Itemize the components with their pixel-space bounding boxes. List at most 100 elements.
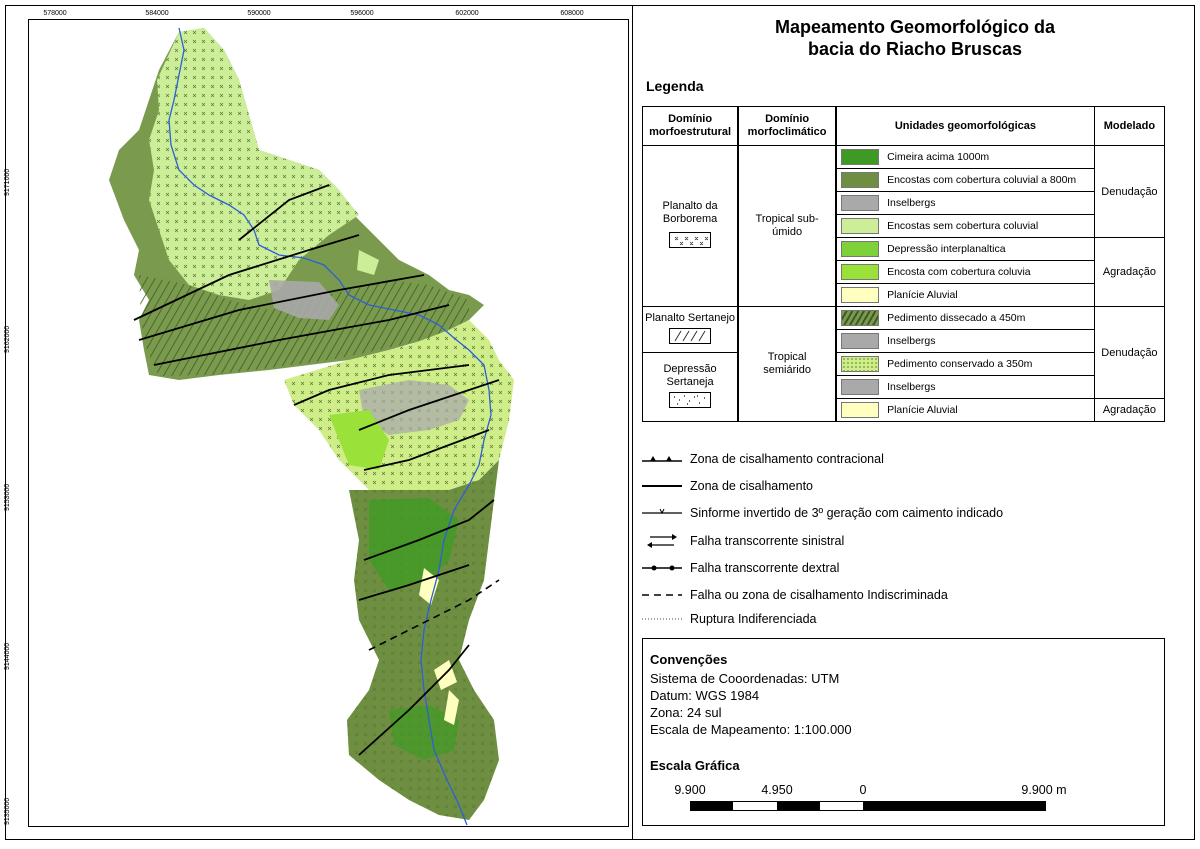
y-tick-label: 9171000 <box>4 168 11 196</box>
scale-label: 9.900 m <box>1021 783 1067 797</box>
unit-label: Inselbergs <box>887 197 936 209</box>
modelado-denudacao-1: Denudação <box>1093 145 1166 238</box>
x-tick-label: 578000 <box>43 10 67 17</box>
scale-label: 4.950 <box>761 783 793 797</box>
dashed-fault-icon <box>642 594 682 596</box>
legend-line-item: Falha transcorrente dextral <box>642 561 839 575</box>
header-unidades: Unidades geomorfológicas <box>835 106 1095 146</box>
unit-row: Encostas com cobertura coluvial a 800m <box>835 168 1095 192</box>
synform-icon <box>642 508 682 515</box>
domain-label: Planalto da Borborema <box>662 200 718 225</box>
legend-line-label: Falha transcorrente dextral <box>690 561 840 575</box>
modelado-denudacao-2: Denudação <box>1093 306 1166 399</box>
domain-planalto-sertanejo: Planalto Sertanejo <box>642 306 739 353</box>
legend-line-item: Falha transcorrente sinistral <box>642 532 844 550</box>
unit-label: Cimeira acima 1000m <box>887 151 990 163</box>
header-morfoestrutural: Domínio morfoestrutural <box>642 106 739 146</box>
scale-title: Escala Gráfica <box>650 758 740 773</box>
unit-swatch <box>841 149 880 165</box>
geomorphology-map <box>109 27 514 826</box>
domain-label: Tropical sub-úmido <box>755 213 819 238</box>
legend-line-item: Falha ou zona de cisalhamento Indiscrimi… <box>642 588 948 602</box>
unit-row: Inselbergs <box>835 191 1095 215</box>
domain-label: Depressão Sertaneja <box>663 362 717 388</box>
legend-line-item: Sinforme invertido de 3º geração com cai… <box>642 506 1003 520</box>
convention-line: Escala de Mapeamento: 1:100.000 <box>650 722 852 737</box>
unit-row: Pedimento conservado a 350m <box>835 352 1095 376</box>
pattern-swatch-icon <box>669 391 712 408</box>
scale-label: 0 <box>859 783 867 797</box>
unit-swatch <box>841 333 880 349</box>
unit-label: Planície Aluvial <box>887 289 958 301</box>
domain-label: Planalto Sertanejo <box>645 311 736 324</box>
pattern-swatch-icon <box>669 232 712 248</box>
legend-line-label: Zona de cisalhamento <box>690 479 813 493</box>
unit-label: Encosta com cobertura coluvia <box>887 266 1031 278</box>
domain-depressao-sertaneja: Depressão Sertaneja <box>642 352 739 422</box>
legend-table: Domínio morfoestrutural Domínio morfocli… <box>642 106 1166 422</box>
unit-swatch <box>841 241 880 257</box>
convention-line: Zona: 24 sul <box>650 705 722 720</box>
conventions-box: Convenções Sistema de Cooordenadas: UTM … <box>642 638 1165 826</box>
unit-swatch <box>841 172 880 188</box>
unit-swatch <box>841 218 880 234</box>
unit-label: Inselbergs <box>887 381 936 393</box>
header-modelado: Modelado <box>1093 106 1166 146</box>
domain-planalto-borborema: Planalto da Borborema <box>642 145 739 307</box>
thrust-line-icon <box>642 456 682 462</box>
legend-line-item: Zona de cisalhamento <box>642 479 813 493</box>
unit-swatch <box>841 356 880 372</box>
unit-row: Planície Aluvial <box>835 398 1095 422</box>
unit-swatch <box>841 287 880 303</box>
conventions-title: Convenções <box>650 652 728 667</box>
unit-row: Pedimento dissecado a 450m <box>835 306 1095 330</box>
modelado-agradacao-1: Agradação <box>1093 237 1166 307</box>
y-tick-label: 9153000 <box>4 483 11 511</box>
shear-line-icon <box>642 485 682 487</box>
legend-line-label: Falha transcorrente sinistral <box>690 534 845 548</box>
unit-label: Pedimento conservado a 350m <box>887 358 1033 370</box>
legend-line-label: Falha ou zona de cisalhamento Indiscrimi… <box>690 588 948 602</box>
panel-divider <box>632 5 633 840</box>
y-tick-label: 9162000 <box>4 325 11 353</box>
unit-row: Encosta com cobertura coluvia <box>835 260 1095 284</box>
unit-swatch <box>841 195 880 211</box>
map-title: Mapeamento Geomorfológico da bacia do Ri… <box>640 16 1190 60</box>
legend-line-label: Zona de cisalhamento contracional <box>690 452 884 466</box>
unit-label: Encostas com cobertura coluvial a 800m <box>887 174 1077 186</box>
x-tick-label: 596000 <box>350 10 374 17</box>
map-frame <box>28 19 629 827</box>
upper-basin <box>109 28 484 380</box>
legend-line-item: Ruptura Indiferenciada <box>642 612 816 626</box>
legend-line-item: Zona de cisalhamento contracional <box>642 452 884 466</box>
x-tick-label: 608000 <box>560 10 584 17</box>
scale-bar <box>690 801 1046 811</box>
unit-row: Inselbergs <box>835 375 1095 399</box>
unit-swatch <box>841 264 880 280</box>
rupture-icon <box>642 618 682 620</box>
legend-line-label: Ruptura Indiferenciada <box>690 612 817 626</box>
unit-row: Inselbergs <box>835 329 1095 353</box>
y-tick-label: 9144000 <box>4 642 11 670</box>
pattern-swatch-icon <box>669 327 712 344</box>
title-line-2: bacia do Riacho Bruscas <box>807 39 1023 59</box>
convention-line: Datum: WGS 1984 <box>650 688 760 703</box>
unit-row: Depressão interplanaltica <box>835 237 1095 261</box>
domain-tropical-semiarido: Tropical semiárido <box>737 306 838 422</box>
x-tick-label: 584000 <box>145 10 169 17</box>
unit-swatch <box>841 379 880 395</box>
unit-row: Encostas sem cobertura coluvial <box>835 214 1095 238</box>
unit-swatch <box>841 402 880 418</box>
unit-swatch <box>841 310 880 326</box>
convention-line: Sistema de Cooordenadas: UTM <box>650 671 840 686</box>
legend-line-label: Sinforme invertido de 3º geração com cai… <box>690 506 1004 520</box>
unit-row: Cimeira acima 1000m <box>835 145 1095 169</box>
unit-label: Encostas sem cobertura coluvial <box>887 220 1039 232</box>
legend-heading: Legenda <box>646 78 704 94</box>
unit-label: Depressão interplanaltica <box>887 243 1006 255</box>
x-tick-label: 602000 <box>455 10 479 17</box>
header-morfoclimatico: Domínio morfoclimático <box>737 106 838 146</box>
unit-label: Planície Aluvial <box>887 404 958 416</box>
dextral-fault-icon <box>642 565 682 571</box>
y-tick-label: 9135000 <box>4 797 11 825</box>
